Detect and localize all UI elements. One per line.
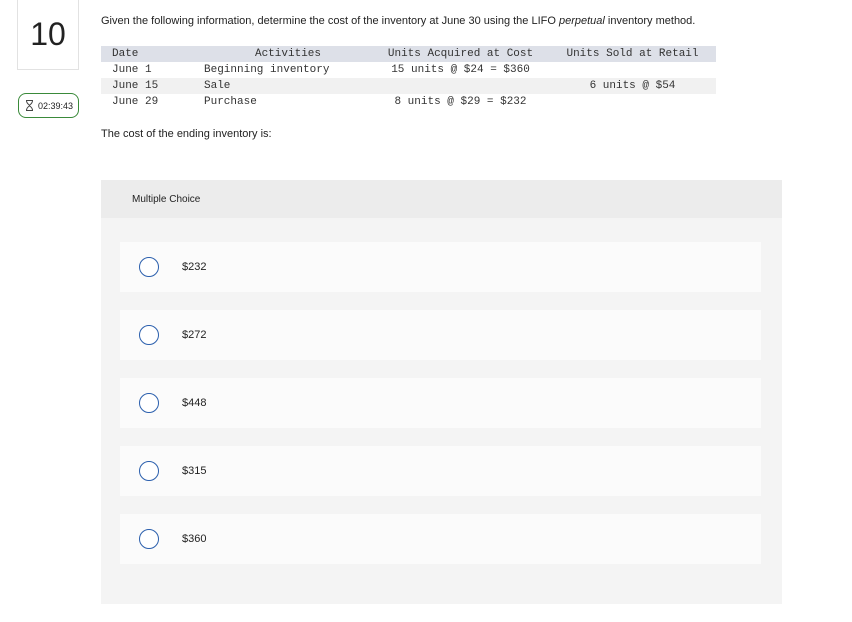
cell-sold (549, 62, 716, 78)
radio-button[interactable] (139, 393, 159, 413)
radio-button[interactable] (139, 257, 159, 277)
cell-sold (549, 94, 716, 110)
answer-option[interactable]: $232 (120, 242, 761, 292)
answer-option[interactable]: $315 (120, 446, 761, 496)
timer-text: 02:39:43 (38, 100, 74, 111)
cell-activity: Beginning inventory (204, 64, 330, 76)
hourglass-icon (26, 100, 33, 111)
table-row: June 15 Sale 6 units @ $54 (101, 78, 716, 94)
radio-button[interactable] (139, 325, 159, 345)
cell-acquired: 8 units @ $29 = $232 (394, 96, 527, 108)
cell-activity: Sale (204, 80, 231, 92)
timer-badge: 02:39:43 (18, 93, 79, 118)
header-date: Date (112, 48, 139, 60)
radio-button[interactable] (139, 529, 159, 549)
cell-date: June 1 (112, 64, 152, 76)
ending-inventory-text: The cost of the ending inventory is: (101, 128, 272, 140)
answer-label: $360 (182, 533, 207, 545)
cell-activity: Purchase (204, 96, 257, 108)
answer-label: $272 (182, 329, 207, 341)
prompt-text: Given the following information, determi… (101, 15, 559, 27)
table-row: June 29 Purchase 8 units @ $29 = $232 (101, 94, 716, 110)
answer-label: $232 (182, 261, 207, 273)
cell-date: June 29 (112, 96, 159, 108)
header-units-acquired: Units Acquired at Cost (387, 48, 534, 60)
answer-option[interactable]: $272 (120, 310, 761, 360)
answer-label: $315 (182, 465, 207, 477)
answer-option[interactable]: $448 (120, 378, 761, 428)
prompt-emphasis: perpetual (558, 15, 605, 27)
cell-sold: 6 units @ $54 (589, 80, 676, 92)
cell-acquired: 15 units @ $24 = $360 (391, 64, 530, 76)
answer-label: $448 (182, 397, 207, 409)
answer-option[interactable]: $360 (120, 514, 761, 564)
table-row: June 1 Beginning inventory 15 units @ $2… (101, 62, 716, 78)
inventory-table: Date Activities Units Acquired at Cost U… (101, 46, 716, 110)
radio-button[interactable] (139, 461, 159, 481)
question-number: 10 (17, 0, 79, 70)
cell-date: June 15 (112, 80, 159, 92)
header-units-sold: Units Sold at Retail (566, 48, 699, 60)
multiple-choice-panel: Multiple Choice $232 $272 $448 $315 $360 (101, 180, 782, 604)
table-header-row: Date Activities Units Acquired at Cost U… (101, 46, 716, 62)
prompt-text-end: inventory method. (604, 15, 696, 27)
cell-acquired (372, 78, 549, 94)
question-prompt: Given the following information, determi… (101, 15, 695, 27)
multiple-choice-title: Multiple Choice (101, 180, 782, 218)
header-activities: Activities (254, 48, 321, 60)
